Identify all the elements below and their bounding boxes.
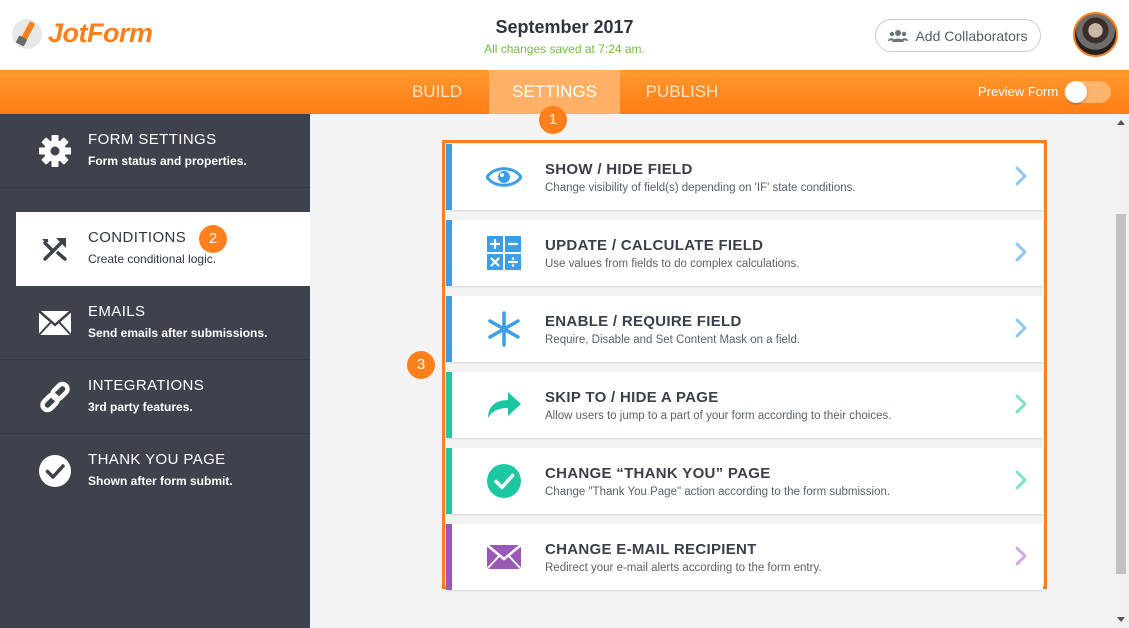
scroll-down-arrow[interactable]	[1117, 617, 1125, 622]
sidebar-item-integrations[interactable]: INTEGRATIONS 3rd party features.	[0, 360, 310, 434]
condition-change-email-recipient[interactable]: CHANGE E-MAIL RECIPIENT Redirect your e-…	[446, 524, 1043, 590]
main-scrollbar[interactable]	[1113, 114, 1129, 628]
chevron-right-icon	[1015, 166, 1027, 186]
sidebar-item-subtitle: Shown after form submit.	[88, 474, 233, 488]
sidebar-item-title: INTEGRATIONS	[88, 377, 205, 394]
sidebar-item-title: THANK YOU PAGE	[88, 451, 226, 468]
link-icon	[38, 380, 72, 414]
gear-icon	[38, 134, 72, 168]
envelope-icon	[484, 538, 524, 576]
preview-form-toggle[interactable]	[1064, 81, 1111, 103]
jotform-pencil-icon	[12, 18, 42, 49]
condition-title: ENABLE / REQUIRE FIELD	[545, 313, 742, 330]
settings-sidebar: FORM SETTINGS Form status and properties…	[0, 114, 310, 628]
asterisk-icon	[484, 310, 524, 348]
condition-change-thank-you-page[interactable]: CHANGE “THANK YOU” PAGE Change "Thank Yo…	[446, 448, 1043, 514]
step-badge-3: 3	[407, 351, 435, 379]
sidebar-item-subtitle: Send emails after submissions.	[88, 326, 268, 340]
sidebar-item-title: EMAILS	[88, 303, 146, 320]
main-nav: BUILD SETTINGS PUBLISH Preview Form	[0, 70, 1129, 114]
condition-title: CHANGE “THANK YOU” PAGE	[545, 465, 771, 482]
condition-description: Require, Disable and Set Content Mask on…	[545, 334, 801, 346]
scroll-up-arrow[interactable]	[1117, 120, 1125, 125]
add-collaborators-label: Add Collaborators	[915, 27, 1028, 44]
users-icon	[888, 29, 909, 42]
condition-description: Change "Thank You Page" action according…	[545, 486, 891, 498]
condition-title: SHOW / HIDE FIELD	[545, 161, 693, 178]
condition-description: Change visibility of field(s) depending …	[545, 182, 856, 194]
jotform-logo[interactable]: JotForm	[12, 18, 153, 49]
preview-form-label: Preview Form	[978, 84, 1059, 99]
add-collaborators-button[interactable]: Add Collaborators	[875, 19, 1041, 52]
top-header: JotForm September 2017 All changes saved…	[0, 0, 1129, 70]
check-circle-icon	[484, 462, 524, 500]
condition-update-calculate-field[interactable]: UPDATE / CALCULATE FIELD Use values from…	[446, 220, 1043, 286]
sidebar-item-form-settings[interactable]: FORM SETTINGS Form status and properties…	[0, 114, 310, 188]
chevron-right-icon	[1015, 546, 1027, 566]
tab-publish[interactable]: PUBLISH	[630, 70, 734, 114]
scroll-thumb[interactable]	[1116, 214, 1126, 574]
tab-build[interactable]: BUILD	[395, 70, 479, 114]
chevron-right-icon	[1015, 242, 1027, 262]
sidebar-item-subtitle: Create conditional logic.	[88, 252, 217, 266]
share-arrow-icon	[484, 386, 524, 424]
sidebar-item-thank-you-page[interactable]: THANK YOU PAGE Shown after form submit.	[0, 434, 310, 508]
step-badge-2: 2	[199, 225, 227, 253]
logo-text: JotForm	[48, 18, 153, 48]
sidebar-item-emails[interactable]: EMAILS Send emails after submissions.	[0, 286, 310, 360]
step-badge-1: 1	[539, 106, 567, 134]
condition-show-hide-field[interactable]: SHOW / HIDE FIELD Change visibility of f…	[446, 144, 1043, 210]
condition-description: Allow users to jump to a part of your fo…	[545, 410, 892, 422]
envelope-icon	[38, 306, 72, 340]
condition-title: SKIP TO / HIDE A PAGE	[545, 389, 719, 406]
condition-title: CHANGE E-MAIL RECIPIENT	[545, 541, 757, 558]
condition-description: Use values from fields to do complex cal…	[545, 258, 800, 270]
toggle-knob	[1065, 81, 1087, 103]
sidebar-item-title: FORM SETTINGS	[88, 131, 217, 148]
conditions-icon	[38, 232, 72, 266]
condition-enable-require-field[interactable]: ENABLE / REQUIRE FIELD Require, Disable …	[446, 296, 1043, 362]
sidebar-item-title: CONDITIONS	[88, 229, 187, 246]
sidebar-item-subtitle: 3rd party features.	[88, 400, 193, 414]
chevron-right-icon	[1015, 470, 1027, 490]
sidebar-item-subtitle: Form status and properties.	[88, 154, 247, 168]
eye-icon	[484, 158, 524, 196]
condition-description: Redirect your e-mail alerts according to…	[545, 562, 822, 574]
check-circle-icon	[38, 454, 72, 488]
calculator-icon	[484, 234, 524, 272]
chevron-right-icon	[1015, 394, 1027, 414]
sidebar-item-conditions[interactable]: CONDITIONS Create conditional logic.	[16, 212, 310, 286]
chevron-right-icon	[1015, 318, 1027, 338]
user-avatar[interactable]	[1073, 12, 1118, 57]
condition-skip-to-hide-page[interactable]: SKIP TO / HIDE A PAGE Allow users to jum…	[446, 372, 1043, 438]
condition-title: UPDATE / CALCULATE FIELD	[545, 237, 764, 254]
